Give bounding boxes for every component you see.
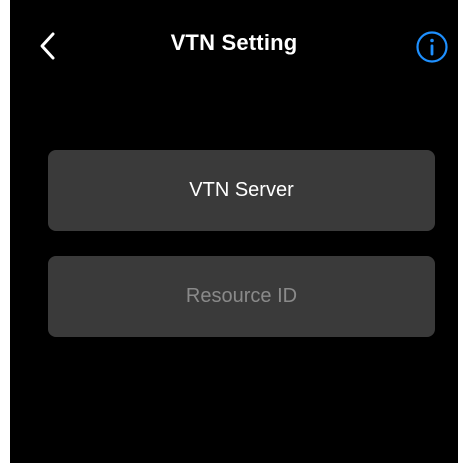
resource-id-button[interactable]: Resource ID <box>48 256 435 337</box>
resource-id-label: Resource ID <box>185 285 298 307</box>
header-bar: VTN Setting <box>10 0 458 92</box>
info-button[interactable] <box>415 30 449 64</box>
vtn-server-label: VTN Server <box>189 179 294 201</box>
info-icon <box>416 31 448 63</box>
vtn-server-button[interactable]: VTN Server <box>48 150 435 231</box>
page-title: VTN Setting <box>170 30 298 55</box>
screen: VTN Setting VTN Server Resource ID <box>10 0 458 463</box>
